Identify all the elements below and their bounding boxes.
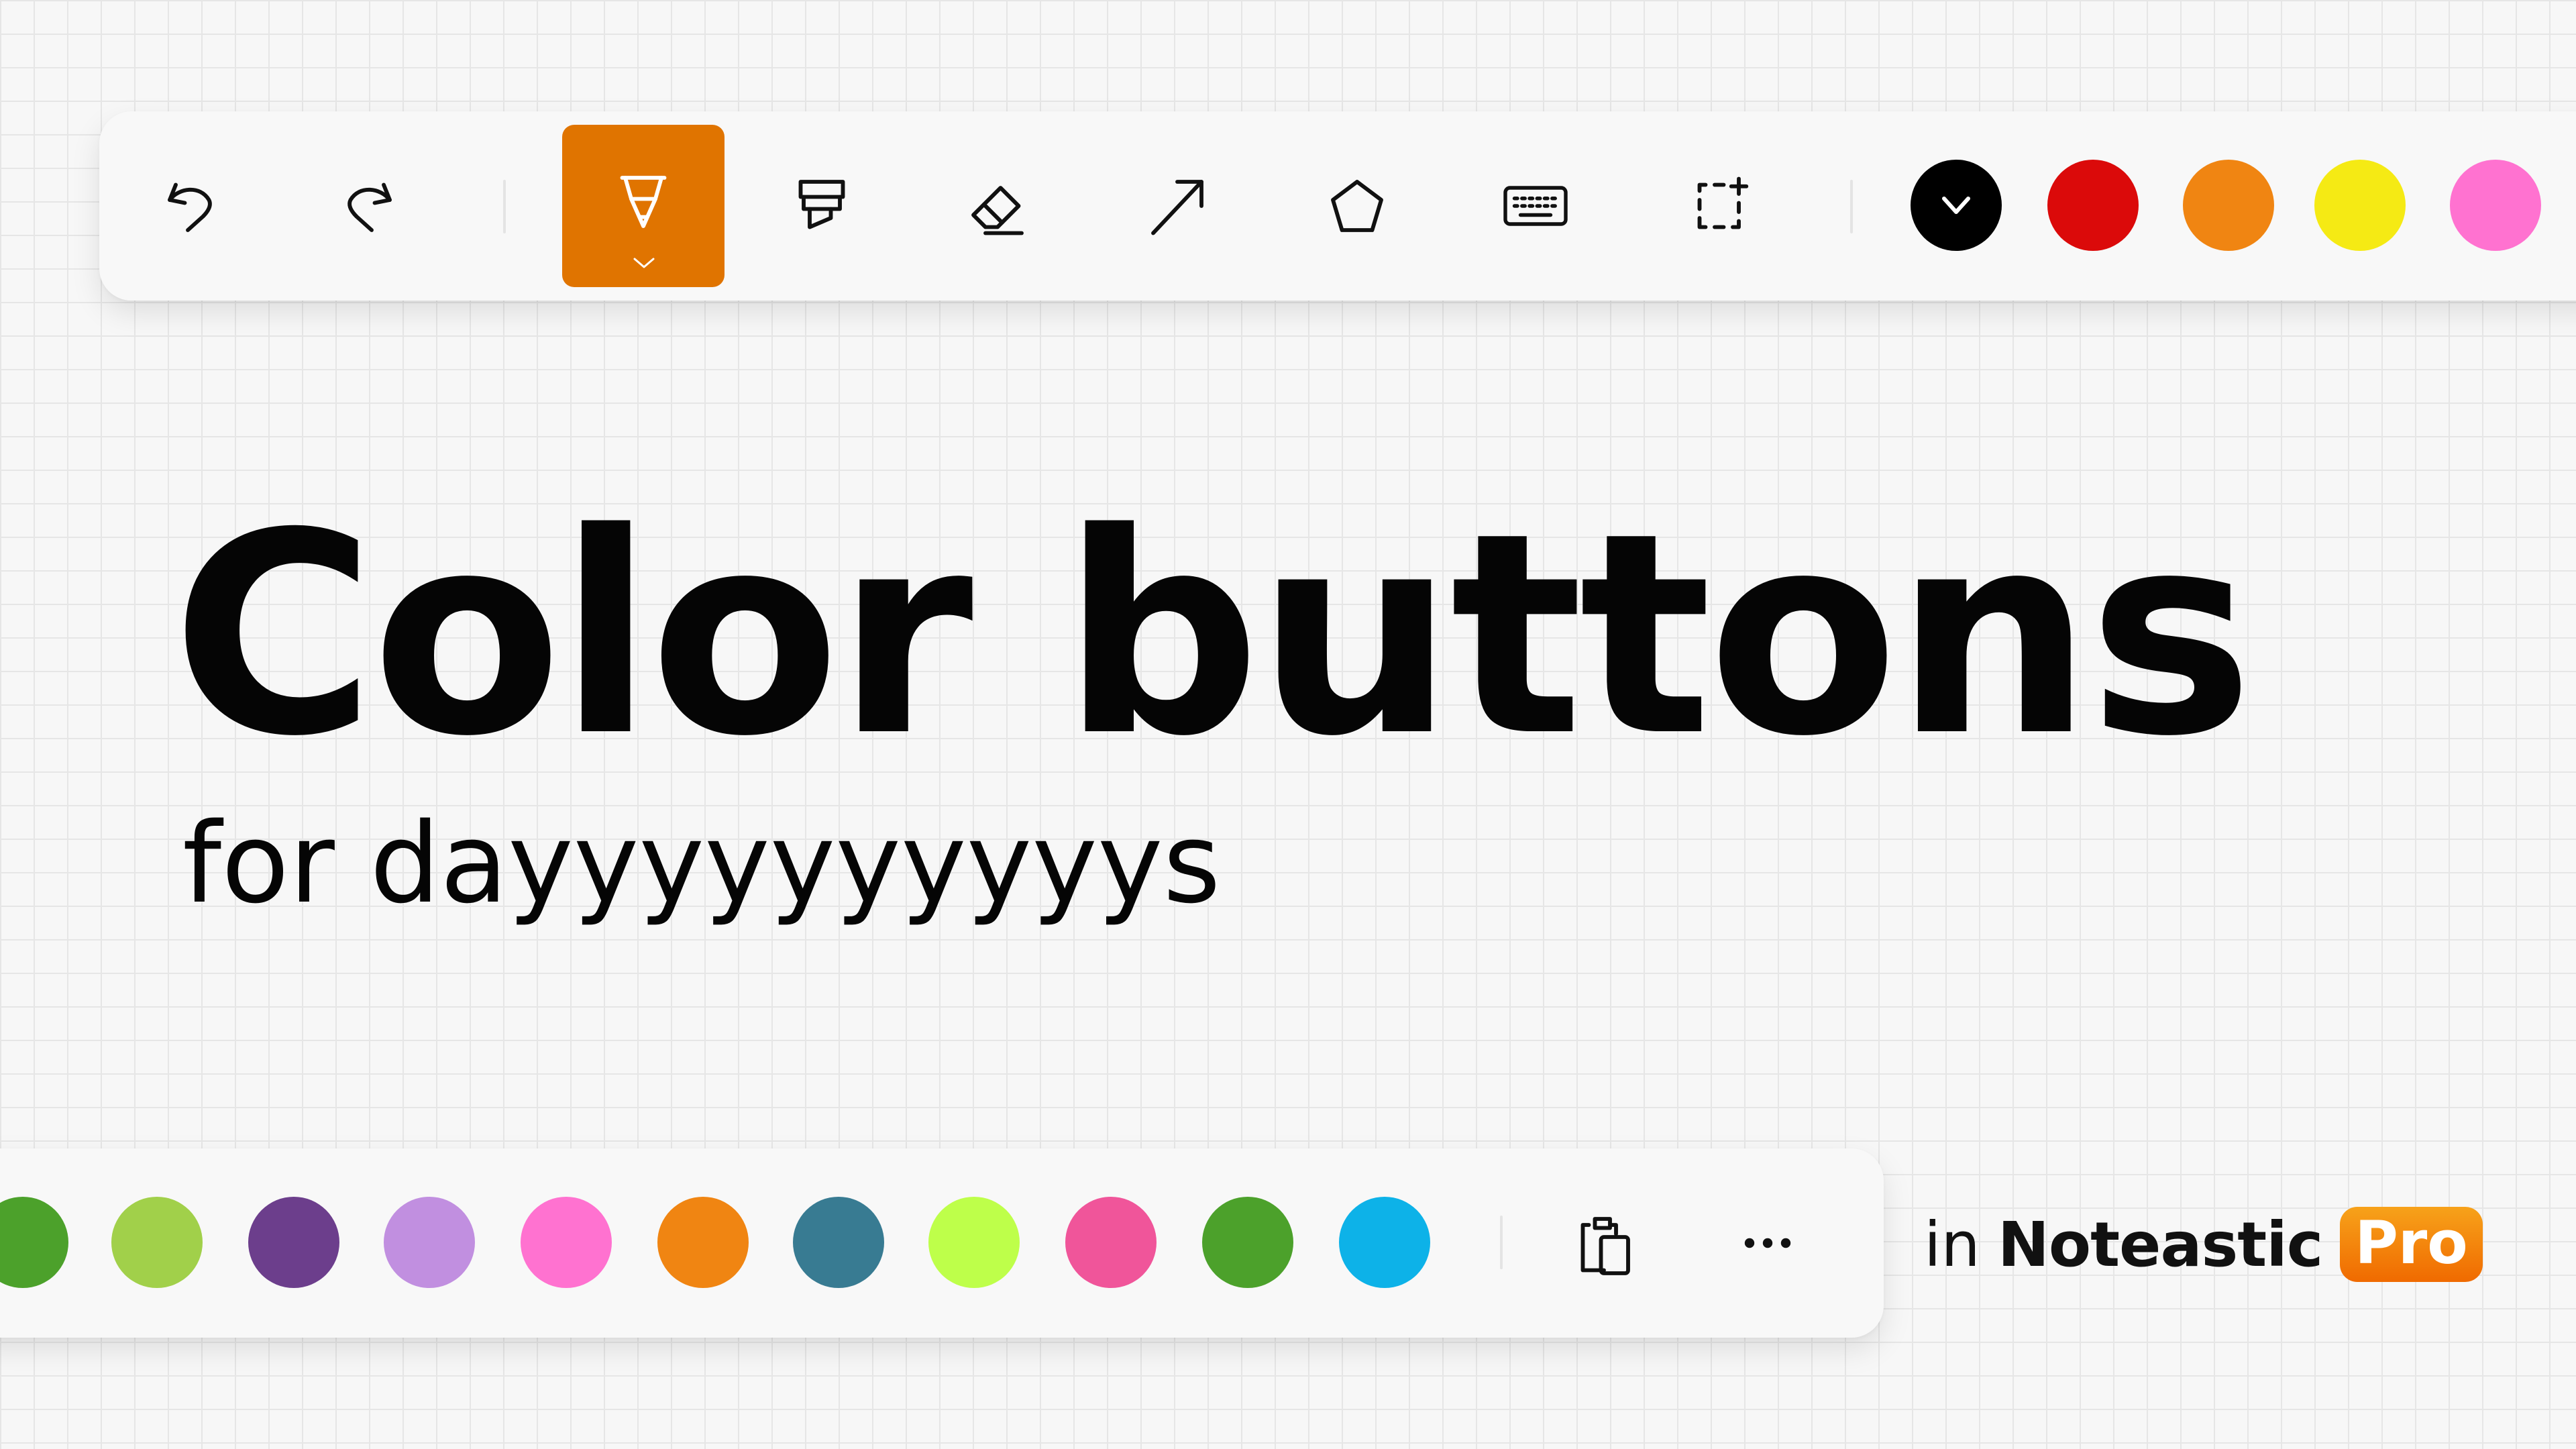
color-swatch-teal[interactable] <box>793 1197 884 1288</box>
color-swatch-lavender[interactable] <box>384 1197 475 1288</box>
page-title: Color buttons <box>172 474 2253 797</box>
color-swatch-lime[interactable] <box>111 1197 203 1288</box>
toolbar-divider <box>1500 1216 1503 1269</box>
pentagon-icon[interactable] <box>1307 156 1407 256</box>
clipboard-icon[interactable] <box>1554 1193 1654 1293</box>
chevron-down-icon[interactable] <box>631 255 657 271</box>
redo-icon[interactable] <box>315 156 416 256</box>
color-swatch-sky-blue[interactable] <box>1339 1197 1430 1288</box>
color-swatch-orange[interactable] <box>2183 160 2274 251</box>
toolbar-divider <box>503 180 506 233</box>
highlighter-icon[interactable] <box>771 156 872 256</box>
page-subtitle: for dayyyyyyyyyys <box>182 799 1221 928</box>
color-swatch-green[interactable] <box>1202 1197 1293 1288</box>
lasso-select-icon[interactable] <box>1670 156 1771 256</box>
color-swatch-pink[interactable] <box>521 1197 612 1288</box>
more-icon[interactable] <box>1717 1193 1818 1293</box>
toolbar-divider <box>1850 180 1853 233</box>
chevron-down-icon <box>1942 197 1970 214</box>
color-swatch-red[interactable] <box>2047 160 2139 251</box>
color-swatch-yellow-green[interactable] <box>928 1197 1020 1288</box>
keyboard-icon[interactable] <box>1485 156 1586 256</box>
color-swatch-purple[interactable] <box>248 1197 339 1288</box>
color-swatch-pink[interactable] <box>2450 160 2541 251</box>
pro-badge: Pro <box>2340 1206 2483 1283</box>
eraser-icon[interactable] <box>947 156 1048 256</box>
color-swatch-yellow[interactable] <box>2314 160 2406 251</box>
color-swatch-orange[interactable] <box>657 1197 749 1288</box>
arrow-icon[interactable] <box>1127 156 1228 256</box>
color-swatch-rose[interactable] <box>1065 1197 1157 1288</box>
brand-prefix: in <box>1924 1208 1980 1281</box>
brand-tagline: in Noteastic Pro <box>1924 1201 2483 1288</box>
brand-name: Noteastic <box>1997 1208 2323 1281</box>
pen-icon[interactable] <box>593 152 694 252</box>
undo-icon[interactable] <box>144 156 244 256</box>
color-swatch-black[interactable] <box>1911 160 2002 251</box>
